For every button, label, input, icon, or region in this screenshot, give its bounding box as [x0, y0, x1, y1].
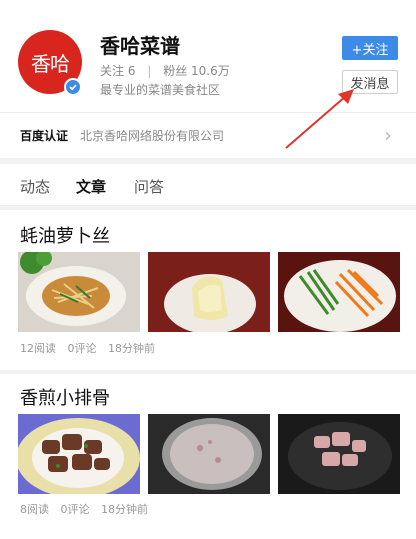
fans-label: 粉丝 — [163, 64, 188, 78]
article-title[interactable]: 香煎小排骨 — [20, 384, 110, 410]
follow-count: 6 — [127, 64, 136, 78]
article-card[interactable]: 香煎小排骨 8阅读 0评论 18分钟前 — [0, 374, 416, 539]
article-thumbnail[interactable] — [278, 414, 400, 494]
tab-dynamics[interactable]: 动态 — [20, 176, 50, 197]
article-thumbnail[interactable] — [18, 414, 140, 494]
avatar-logo-text: 香哈 — [31, 51, 70, 76]
stats-divider: | — [147, 64, 152, 78]
chevron-right-icon: › — [384, 123, 392, 147]
certification-company: 北京香哈网络股份有限公司 — [80, 129, 225, 143]
tab-articles[interactable]: 文章 — [76, 176, 106, 197]
account-tagline: 最专业的菜谱美食社区 — [100, 83, 221, 97]
follow-button[interactable]: +关注 — [342, 36, 398, 60]
annotation-arrow-icon — [285, 89, 354, 149]
article-meta: 8阅读 0评论 18分钟前 — [20, 501, 156, 517]
follow-label: 关注 — [100, 64, 125, 78]
account-stats: 关注 6 | 粉丝 10.6万 — [100, 62, 230, 79]
comment-count: 0评论 — [67, 342, 97, 355]
fans-count: 10.6万 — [191, 64, 230, 78]
article-thumbnail[interactable] — [278, 252, 400, 332]
account-name: 香哈菜谱 — [100, 34, 180, 58]
verified-badge-icon — [64, 78, 82, 96]
content-tabs: 动态 文章 问答 — [0, 164, 416, 206]
article-thumbnail[interactable] — [148, 252, 270, 332]
article-thumbnail[interactable] — [18, 252, 140, 332]
tab-qa[interactable]: 问答 — [134, 176, 164, 197]
publish-time: 18分钟前 — [101, 503, 148, 516]
article-meta: 12阅读 0评论 18分钟前 — [20, 340, 163, 356]
read-count: 12阅读 — [20, 342, 56, 355]
article-card[interactable]: 蚝油萝卜丝 12阅读 0评论 18分钟前 — [0, 210, 416, 370]
comment-count: 0评论 — [60, 503, 90, 516]
read-count: 8阅读 — [20, 503, 49, 516]
publish-time: 18分钟前 — [108, 342, 155, 355]
certification-label: 百度认证 — [20, 129, 69, 143]
article-title[interactable]: 蚝油萝卜丝 — [20, 222, 110, 248]
article-thumbnail[interactable] — [148, 414, 270, 494]
